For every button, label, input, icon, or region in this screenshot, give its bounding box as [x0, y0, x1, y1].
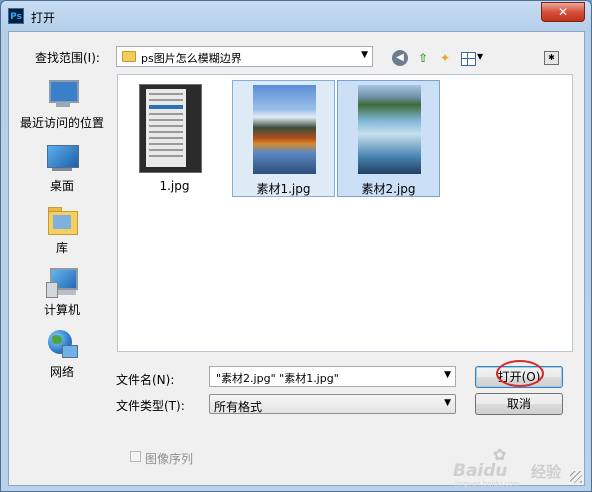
look-in-value: ps图片怎么模糊边界 [141, 52, 242, 65]
look-in-dropdown[interactable]: ps图片怎么模糊边界 ▼ [116, 46, 373, 67]
title-bar[interactable]: Ps 打开 ✕ [1, 1, 591, 31]
place-library[interactable]: 库 [14, 205, 110, 256]
chevron-down-icon[interactable]: ▼ [444, 370, 451, 380]
chevron-down-icon[interactable]: ▼ [444, 398, 451, 408]
new-folder-icon[interactable]: ✦ [437, 50, 453, 66]
file-name: 素材1.jpg [256, 182, 311, 196]
recent-places-icon [46, 78, 79, 110]
place-label: 库 [55, 241, 68, 255]
filetype-value: 所有格式 [214, 400, 263, 414]
places-bar: 最近访问的位置 桌面 库 计算机 网络 [14, 74, 110, 429]
place-network[interactable]: 网络 [14, 329, 110, 380]
open-dialog: Ps 打开 ✕ 查找范围(I): ps图片怎么模糊边界 ▼ ◀ ⇧ ✦ ▼ ✱ … [0, 0, 592, 492]
watermark-url: jingyan.baidu.com [455, 480, 520, 488]
file-item-sucai2-jpg[interactable]: 素材2.jpg [337, 80, 440, 197]
file-name: 1.jpg [159, 179, 190, 193]
desktop-shortcut-icon[interactable]: ✱ [544, 51, 559, 65]
look-in-label: 查找范围(I): [35, 51, 100, 65]
file-thumbnail [253, 85, 316, 174]
library-icon [46, 205, 78, 235]
file-item-sucai1-jpg[interactable]: 素材1.jpg [232, 80, 335, 197]
close-button[interactable]: ✕ [541, 2, 585, 22]
photoshop-app-icon: Ps [8, 8, 24, 24]
up-folder-icon[interactable]: ⇧ [415, 50, 431, 66]
open-button[interactable]: 打开(O) [475, 366, 563, 388]
filename-input[interactable]: "素材2.jpg" "素材1.jpg" ▼ [209, 366, 456, 387]
view-menu-icon[interactable] [461, 52, 476, 66]
network-icon [46, 329, 78, 359]
desktop-icon [46, 143, 79, 173]
file-list[interactable]: 1.jpg 素材1.jpg 素材2.jpg [117, 74, 573, 352]
computer-icon [46, 267, 78, 298]
image-sequence-checkbox[interactable] [130, 451, 141, 462]
chevron-down-icon[interactable]: ▼ [361, 50, 368, 60]
filename-value: "素材2.jpg" "素材1.jpg" [216, 372, 339, 385]
cancel-button[interactable]: 取消 [475, 393, 563, 415]
file-thumbnail [139, 84, 202, 173]
file-name: 素材2.jpg [361, 182, 416, 196]
place-label: 桌面 [49, 179, 74, 193]
file-thumbnail [358, 85, 421, 174]
place-label: 最近访问的位置 [19, 116, 104, 130]
filetype-dropdown[interactable]: 所有格式 ▼ [209, 394, 456, 414]
place-recent[interactable]: 最近访问的位置 [14, 78, 110, 131]
image-sequence-label: 图像序列 [145, 452, 194, 466]
dialog-body: 查找范围(I): ps图片怎么模糊边界 ▼ ◀ ⇧ ✦ ▼ ✱ 最近访问的位置 … [8, 31, 585, 486]
dialog-title: 打开 [31, 11, 56, 25]
watermark-jingyan: 经验 [531, 463, 562, 481]
view-menu-arrow-icon[interactable]: ▼ [477, 52, 483, 61]
place-label: 网络 [49, 365, 74, 379]
file-item-1-jpg[interactable]: 1.jpg [123, 80, 226, 197]
filetype-label: 文件类型(T): [116, 399, 185, 413]
filename-label: 文件名(N): [116, 373, 175, 387]
back-icon[interactable]: ◀ [392, 50, 408, 66]
place-desktop[interactable]: 桌面 [14, 143, 110, 194]
watermark-brand: Baidu [453, 461, 508, 481]
baidu-jingyan-watermark: ✿ Baidu 经验 jingyan.baidu.com [453, 445, 583, 488]
place-label: 计算机 [43, 303, 80, 317]
folder-icon [122, 51, 136, 62]
place-computer[interactable]: 计算机 [14, 267, 110, 318]
